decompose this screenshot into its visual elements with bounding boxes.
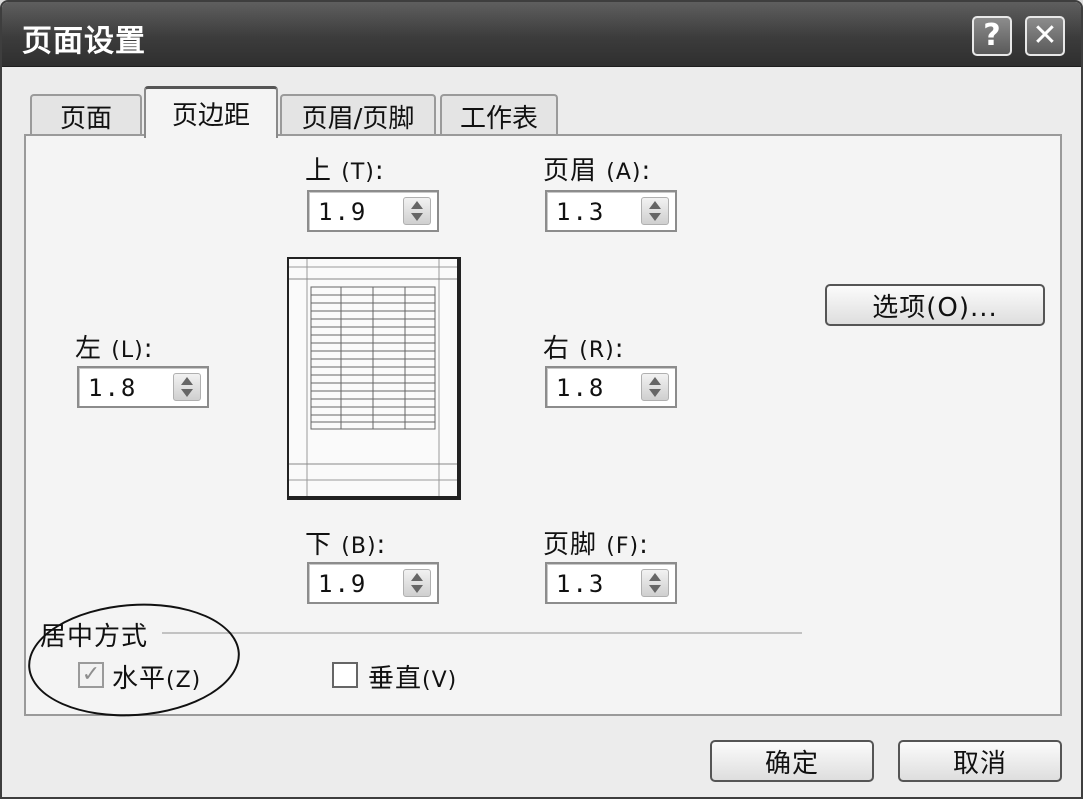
dialog-title: 页面设置 xyxy=(22,24,146,59)
vertical-label-text: 垂直 xyxy=(368,664,423,694)
spinner-arrows-icon[interactable] xyxy=(641,569,669,597)
left-margin-spinner[interactable]: 1.8 xyxy=(77,366,209,408)
footer-margin-value[interactable]: 1.3 xyxy=(556,570,605,598)
close-button[interactable]: ✕ xyxy=(1025,16,1065,56)
header-margin-value[interactable]: 1.3 xyxy=(556,198,605,226)
bottom-label-text: 下 xyxy=(305,530,333,560)
footer-margin-spinner[interactable]: 1.3 xyxy=(545,562,677,604)
left-label-key: (L) xyxy=(111,338,144,363)
footer-margin-label: 页脚 (F): xyxy=(543,530,649,560)
spinner-arrows-icon[interactable] xyxy=(403,569,431,597)
options-button[interactable]: 选项(O)... xyxy=(825,284,1045,326)
right-margin-value[interactable]: 1.8 xyxy=(556,374,605,402)
help-button[interactable]: ? xyxy=(972,16,1012,56)
header-margin-label: 页眉 (A): xyxy=(543,156,652,186)
spinner-arrows-icon[interactable] xyxy=(641,197,669,225)
top-margin-spinner[interactable]: 1.9 xyxy=(307,190,439,232)
tab-header-footer[interactable]: 页眉/页脚 xyxy=(280,94,436,136)
close-icon: ✕ xyxy=(1032,18,1058,53)
left-margin-label: 左 (L): xyxy=(75,334,154,364)
header-margin-spinner[interactable]: 1.3 xyxy=(545,190,677,232)
footer-label-key: (F) xyxy=(606,534,640,559)
left-label-text: 左 xyxy=(75,334,103,364)
top-margin-value[interactable]: 1.9 xyxy=(318,198,367,226)
group-divider xyxy=(162,632,802,634)
help-icon: ? xyxy=(983,18,1001,53)
cancel-button[interactable]: 取消 xyxy=(898,740,1062,782)
tab-page[interactable]: 页面 xyxy=(30,94,142,136)
footer-label-text: 页脚 xyxy=(543,530,598,560)
tab-margins[interactable]: 页边距 xyxy=(144,86,278,138)
right-margin-spinner[interactable]: 1.8 xyxy=(545,366,677,408)
ok-button[interactable]: 确定 xyxy=(710,740,874,782)
bottom-label-key: (B) xyxy=(341,534,377,559)
tab-sheet[interactable]: 工作表 xyxy=(440,94,558,136)
bottom-margin-spinner[interactable]: 1.9 xyxy=(307,562,439,604)
vertical-label-key: (V) xyxy=(422,668,458,693)
vertical-checkbox[interactable] xyxy=(332,662,358,688)
page-setup-dialog: 页面设置 ? ✕ 页面 页边距 页眉/页脚 工作表 上 (T): 1.9 页眉 … xyxy=(0,0,1083,799)
top-margin-label: 上 (T): xyxy=(305,156,385,186)
spinner-arrows-icon[interactable] xyxy=(641,373,669,401)
left-margin-value[interactable]: 1.8 xyxy=(88,374,137,402)
page-preview xyxy=(287,257,461,500)
top-label-text: 上 xyxy=(305,156,333,186)
page-preview-graphic xyxy=(289,259,457,496)
spinner-arrows-icon[interactable] xyxy=(173,373,201,401)
header-label-text: 页眉 xyxy=(543,156,598,186)
right-label-key: (R) xyxy=(579,338,615,363)
bottom-margin-value[interactable]: 1.9 xyxy=(318,570,367,598)
top-label-key: (T) xyxy=(341,160,375,185)
right-label-text: 右 xyxy=(543,334,571,364)
vertical-label[interactable]: 垂直(V) xyxy=(368,658,457,695)
title-bar[interactable]: 页面设置 ? ✕ xyxy=(2,2,1081,67)
header-label-key: (A) xyxy=(606,160,642,185)
spinner-arrows-icon[interactable] xyxy=(403,197,431,225)
right-margin-label: 右 (R): xyxy=(543,334,625,364)
bottom-margin-label: 下 (B): xyxy=(305,530,387,560)
